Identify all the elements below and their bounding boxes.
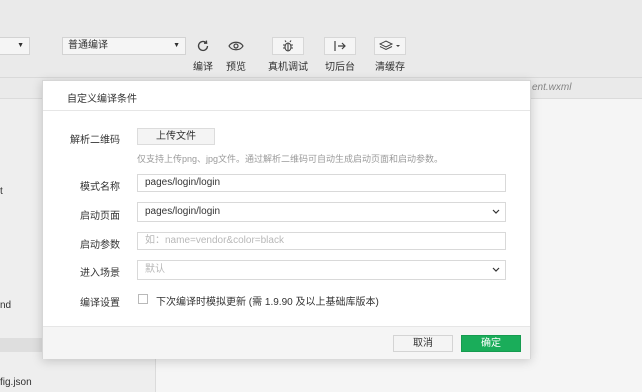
scene-select[interactable]: 默认 [137, 260, 506, 280]
mode-name-value: pages/login/login [145, 177, 221, 188]
scene-placeholder: 默认 [145, 264, 165, 275]
chevron-down-icon [492, 261, 500, 286]
start-page-select[interactable]: pages/login/login [137, 202, 506, 222]
compile-settings-label: 编译设置 [80, 298, 120, 309]
mode-name-label: 模式名称 [80, 182, 120, 193]
cancel-button[interactable]: 取消 [393, 335, 453, 352]
mode-name-input[interactable]: pages/login/login [137, 174, 506, 192]
custom-compile-dialog: 自定义编译条件 解析二维码 上传文件 仅支持上传png、jpg文件。通过解析二维… [42, 80, 531, 359]
start-params-input[interactable]: 如：name=vendor&color=black [137, 232, 506, 250]
start-page-value: pages/login/login [145, 206, 221, 217]
simulate-update-checkbox[interactable] [138, 294, 148, 304]
start-params-label: 启动参数 [80, 240, 120, 251]
start-params-placeholder: 如：name=vendor&color=black [145, 235, 284, 246]
divider [43, 110, 530, 111]
dialog-title: 自定义编译条件 [67, 94, 137, 105]
dialog-footer [43, 326, 530, 359]
upload-file-button[interactable]: 上传文件 [137, 128, 215, 145]
qr-label: 解析二维码 [70, 135, 120, 146]
chevron-down-icon [492, 203, 500, 228]
start-page-label: 启动页面 [80, 211, 120, 222]
qr-hint: 仅支持上传png、jpg文件。通过解析二维码可自动生成启动页面和启动参数。 [137, 154, 444, 164]
simulate-update-label[interactable]: 下次编译时模拟更新 (需 1.9.90 及以上基础库版本) [156, 293, 379, 308]
scene-label: 进入场景 [80, 268, 120, 279]
confirm-button[interactable]: 确定 [461, 335, 521, 352]
